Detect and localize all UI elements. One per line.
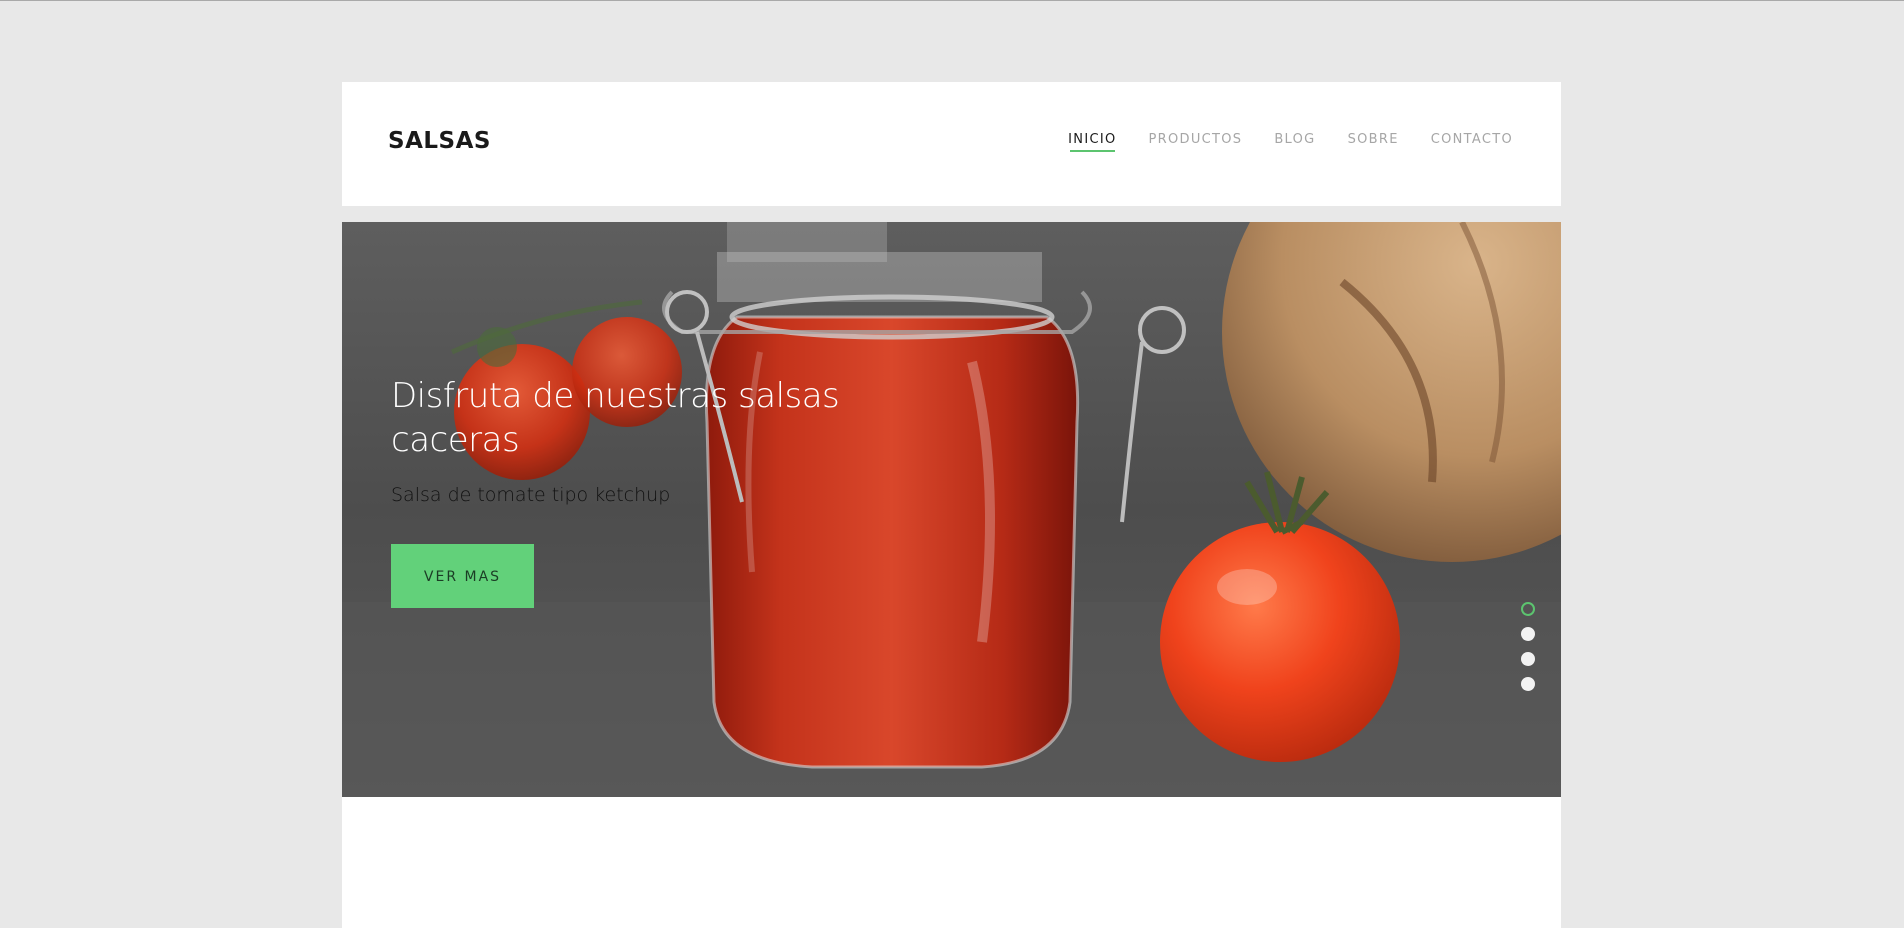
nav-item-inicio[interactable]: INICIO bbox=[1068, 132, 1116, 152]
hero-content: Disfruta de nuestras salsas caceras Sals… bbox=[391, 374, 861, 608]
nav-item-productos[interactable]: PRODUCTOS bbox=[1149, 132, 1243, 152]
slider-dot-4[interactable] bbox=[1521, 677, 1535, 691]
slider-pagination bbox=[1521, 602, 1535, 691]
slider-dot-3[interactable] bbox=[1521, 652, 1535, 666]
slider-dot-2[interactable] bbox=[1521, 627, 1535, 641]
nav-item-sobre[interactable]: SOBRE bbox=[1348, 132, 1399, 152]
top-border bbox=[0, 0, 1904, 1]
hero-title: Disfruta de nuestras salsas caceras bbox=[391, 376, 840, 460]
hero-subtitle: Salsa de tomate tipo ketchup bbox=[391, 484, 671, 506]
nav-item-contacto[interactable]: CONTACTO bbox=[1431, 132, 1513, 152]
nav-item-blog[interactable]: BLOG bbox=[1274, 132, 1315, 152]
hero-slider: Disfruta de nuestras salsas caceras Sals… bbox=[342, 222, 1561, 797]
slider-dot-1[interactable] bbox=[1521, 602, 1535, 616]
main-nav: INICIO PRODUCTOS BLOG SOBRE CONTACTO bbox=[1036, 132, 1513, 152]
site-header: SALSAS INICIO PRODUCTOS BLOG SOBRE CONTA… bbox=[342, 82, 1561, 206]
brand-logo[interactable]: SALSAS bbox=[388, 128, 491, 154]
content-section bbox=[342, 797, 1561, 928]
ver-mas-button[interactable]: VER MAS bbox=[391, 544, 534, 608]
